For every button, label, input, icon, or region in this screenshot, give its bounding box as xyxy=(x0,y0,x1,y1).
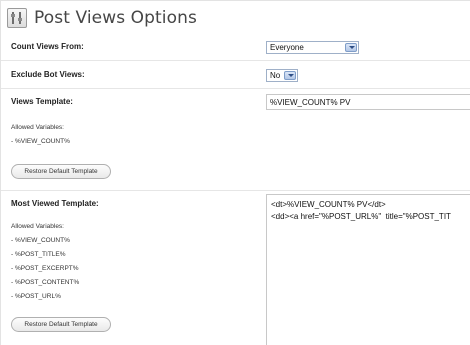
page-title: Post Views Options xyxy=(34,8,197,28)
template-line: <dd><a href="%POST_URL%" title="%POST_TI… xyxy=(271,212,451,221)
chevron-down-icon xyxy=(345,43,357,52)
allowed-variable: - %VIEW_COUNT% xyxy=(11,138,70,145)
allowed-variable: - %VIEW_COUNT% xyxy=(11,237,70,244)
options-panel: Post Views Options Count Views From: Eve… xyxy=(0,0,470,345)
settings-icon xyxy=(7,8,27,28)
restore-default-template-button[interactable]: Restore Default Template xyxy=(11,164,111,179)
restore-default-template-button[interactable]: Restore Default Template xyxy=(11,317,111,332)
most-viewed-template-row: Most Viewed Template: <dt>%VIEW_COUNT% P… xyxy=(1,191,470,345)
exclude-bot-views-select[interactable]: No xyxy=(266,69,298,82)
allowed-variable: - %POST_EXCERPT% xyxy=(11,265,79,272)
exclude-bot-views-row: Exclude Bot Views: No xyxy=(1,61,470,89)
count-views-from-label: Count Views From: xyxy=(11,42,84,51)
most-viewed-template-label: Most Viewed Template: xyxy=(11,199,99,208)
count-views-from-select[interactable]: Everyone xyxy=(266,41,359,54)
allowed-variables-title: Allowed Variables: xyxy=(11,124,64,131)
most-viewed-template-allowed: Allowed Variables: - %VIEW_COUNT% - %POS… xyxy=(11,220,79,304)
allowed-variable: - %POST_CONTENT% xyxy=(11,279,80,286)
views-template-input[interactable]: %VIEW_COUNT% PV xyxy=(266,94,470,110)
count-views-from-value: Everyone xyxy=(270,43,304,52)
views-template-label: Views Template: xyxy=(11,97,73,106)
exclude-bot-views-value: No xyxy=(270,71,281,80)
count-views-from-row: Count Views From: Everyone xyxy=(1,34,470,61)
chevron-down-icon xyxy=(284,71,296,80)
template-line: <dt>%VIEW_COUNT% PV</dt> xyxy=(271,200,386,209)
views-template-allowed: Allowed Variables: - %VIEW_COUNT% xyxy=(11,121,70,149)
views-template-row: Views Template: %VIEW_COUNT% PV Allowed … xyxy=(1,89,470,191)
exclude-bot-views-label: Exclude Bot Views: xyxy=(11,70,85,79)
page-header: Post Views Options xyxy=(7,6,197,30)
most-viewed-template-textarea[interactable]: <dt>%VIEW_COUNT% PV</dt> <dd><a href="%PO… xyxy=(266,194,470,345)
allowed-variable: - %POST_URL% xyxy=(11,293,61,300)
allowed-variables-title: Allowed Variables: xyxy=(11,223,64,230)
allowed-variable: - %POST_TITLE% xyxy=(11,251,66,258)
